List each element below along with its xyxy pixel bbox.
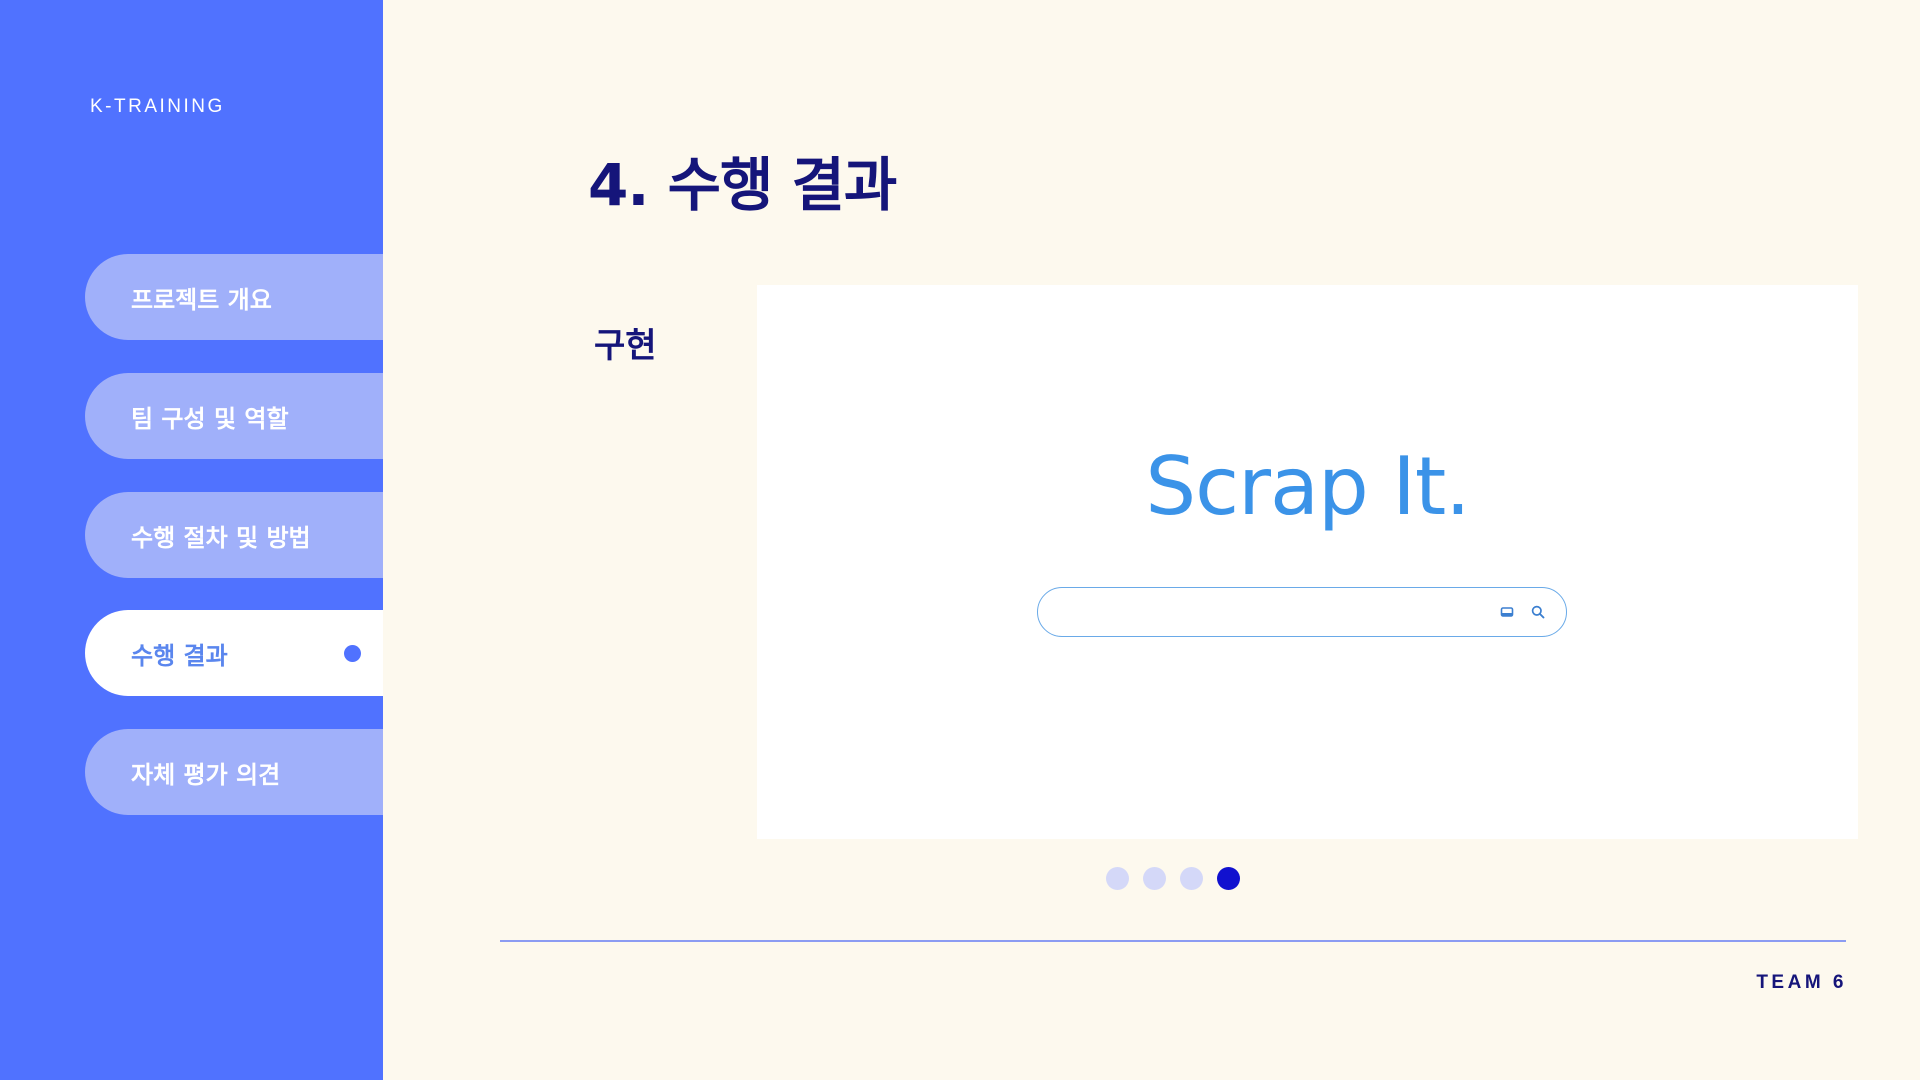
nav-item-label: 자체 평가 의견 [131, 760, 281, 789]
nav-item-label: 프로젝트 개요 [131, 285, 272, 314]
page-title: 4. 수행 결과 [588, 151, 897, 219]
footer-divider [500, 940, 1846, 942]
nav-item-label: 팀 구성 및 역할 [131, 404, 289, 433]
search-input[interactable] [1058, 598, 1482, 628]
search-icon[interactable] [1530, 604, 1546, 620]
search-bar[interactable] [1037, 587, 1567, 637]
nav-item-self-evaluation[interactable]: 자체 평가 의견 [85, 729, 383, 815]
nav-item-project-overview[interactable]: 프로젝트 개요 [85, 254, 383, 340]
nav-item-process-method[interactable]: 수행 절차 및 방법 [85, 492, 383, 578]
nav-item-team-roles[interactable]: 팀 구성 및 역할 [85, 373, 383, 459]
active-indicator-dot [344, 645, 361, 662]
pagination-dot[interactable] [1143, 866, 1166, 890]
nav-item-results[interactable]: 수행 결과 [85, 610, 383, 696]
pagination-dot-active[interactable] [1217, 866, 1240, 890]
nav-item-label: 수행 절차 및 방법 [131, 523, 311, 552]
app-preview-panel: Scrap It. [757, 285, 1858, 839]
app-logo: Scrap It. [1145, 440, 1470, 533]
pagination-dot[interactable] [1106, 866, 1129, 890]
sidebar: K-TRAINING 프로젝트 개요 팀 구성 및 역할 수행 절차 및 방법 … [0, 0, 383, 1080]
section-label: 구현 [594, 326, 657, 366]
footer-team-label: TEAM 6 [1756, 972, 1847, 993]
keyboard-icon[interactable] [1499, 604, 1515, 620]
pagination-dots [1106, 866, 1240, 890]
nav-item-label: 수행 결과 [131, 641, 228, 670]
brand-label: K-TRAINING [90, 96, 225, 117]
pagination-dot[interactable] [1180, 866, 1203, 890]
